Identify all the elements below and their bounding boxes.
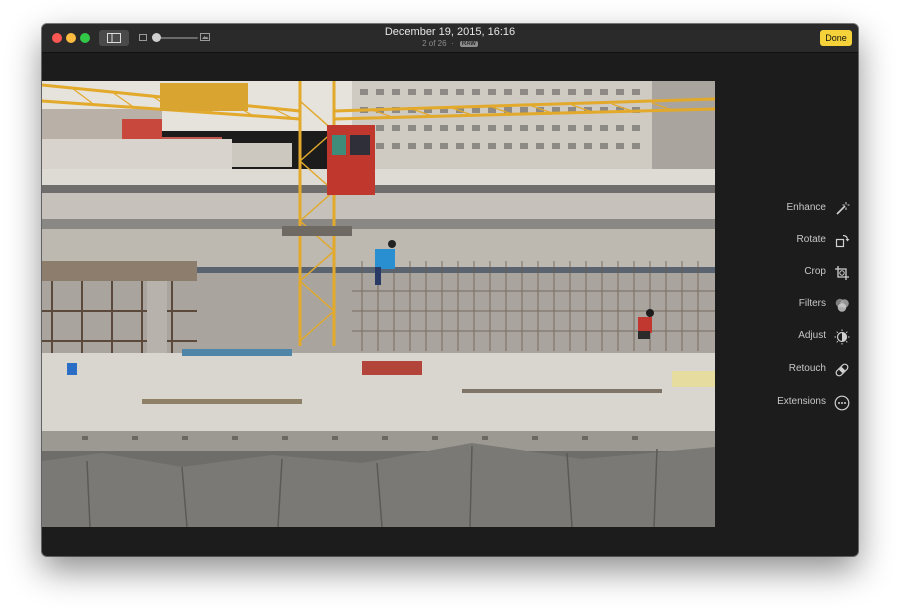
tool-adjust[interactable]: Adjust (762, 326, 854, 348)
tool-retouch-label: Retouch (788, 363, 826, 374)
tool-enhance[interactable]: Enhance (762, 198, 854, 220)
separator-dot: · (448, 39, 454, 48)
raw-badge: RAW (459, 41, 478, 47)
tool-crop[interactable]: Crop (762, 262, 854, 284)
magic-wand-icon (836, 202, 850, 215)
tool-filters-label: Filters (798, 298, 826, 309)
more-icon (834, 395, 850, 411)
tool-rotate[interactable]: Rotate (762, 230, 854, 252)
tool-extensions-label: Extensions (777, 396, 826, 407)
tool-extensions[interactable]: Extensions (762, 392, 854, 414)
photos-edit-window: December 19, 2015, 16:16 2 of 26 · RAW D… (42, 24, 858, 556)
tool-crop-label: Crop (804, 266, 826, 277)
photo-date-title: December 19, 2015, 16:16 (384, 26, 516, 38)
tool-adjust-label: Adjust (798, 330, 826, 341)
photo-position-line: 2 of 26 · RAW (42, 39, 858, 48)
tool-enhance-label: Enhance (786, 202, 826, 213)
filters-icon (835, 298, 849, 312)
tool-filters[interactable]: Filters (762, 294, 854, 316)
crop-icon (835, 266, 849, 280)
tool-retouch[interactable]: Retouch (762, 359, 854, 381)
rotate-icon (835, 234, 850, 248)
construction-site-photo (42, 81, 715, 527)
title-bar: December 19, 2015, 16:16 2 of 26 · RAW D… (42, 24, 858, 53)
photo-canvas[interactable] (42, 81, 715, 527)
done-button[interactable]: Done (820, 30, 852, 46)
tool-rotate-label: Rotate (796, 234, 826, 245)
adjust-icon (834, 329, 850, 345)
bandage-icon (835, 363, 849, 377)
photo-position: 2 of 26 (422, 39, 447, 48)
